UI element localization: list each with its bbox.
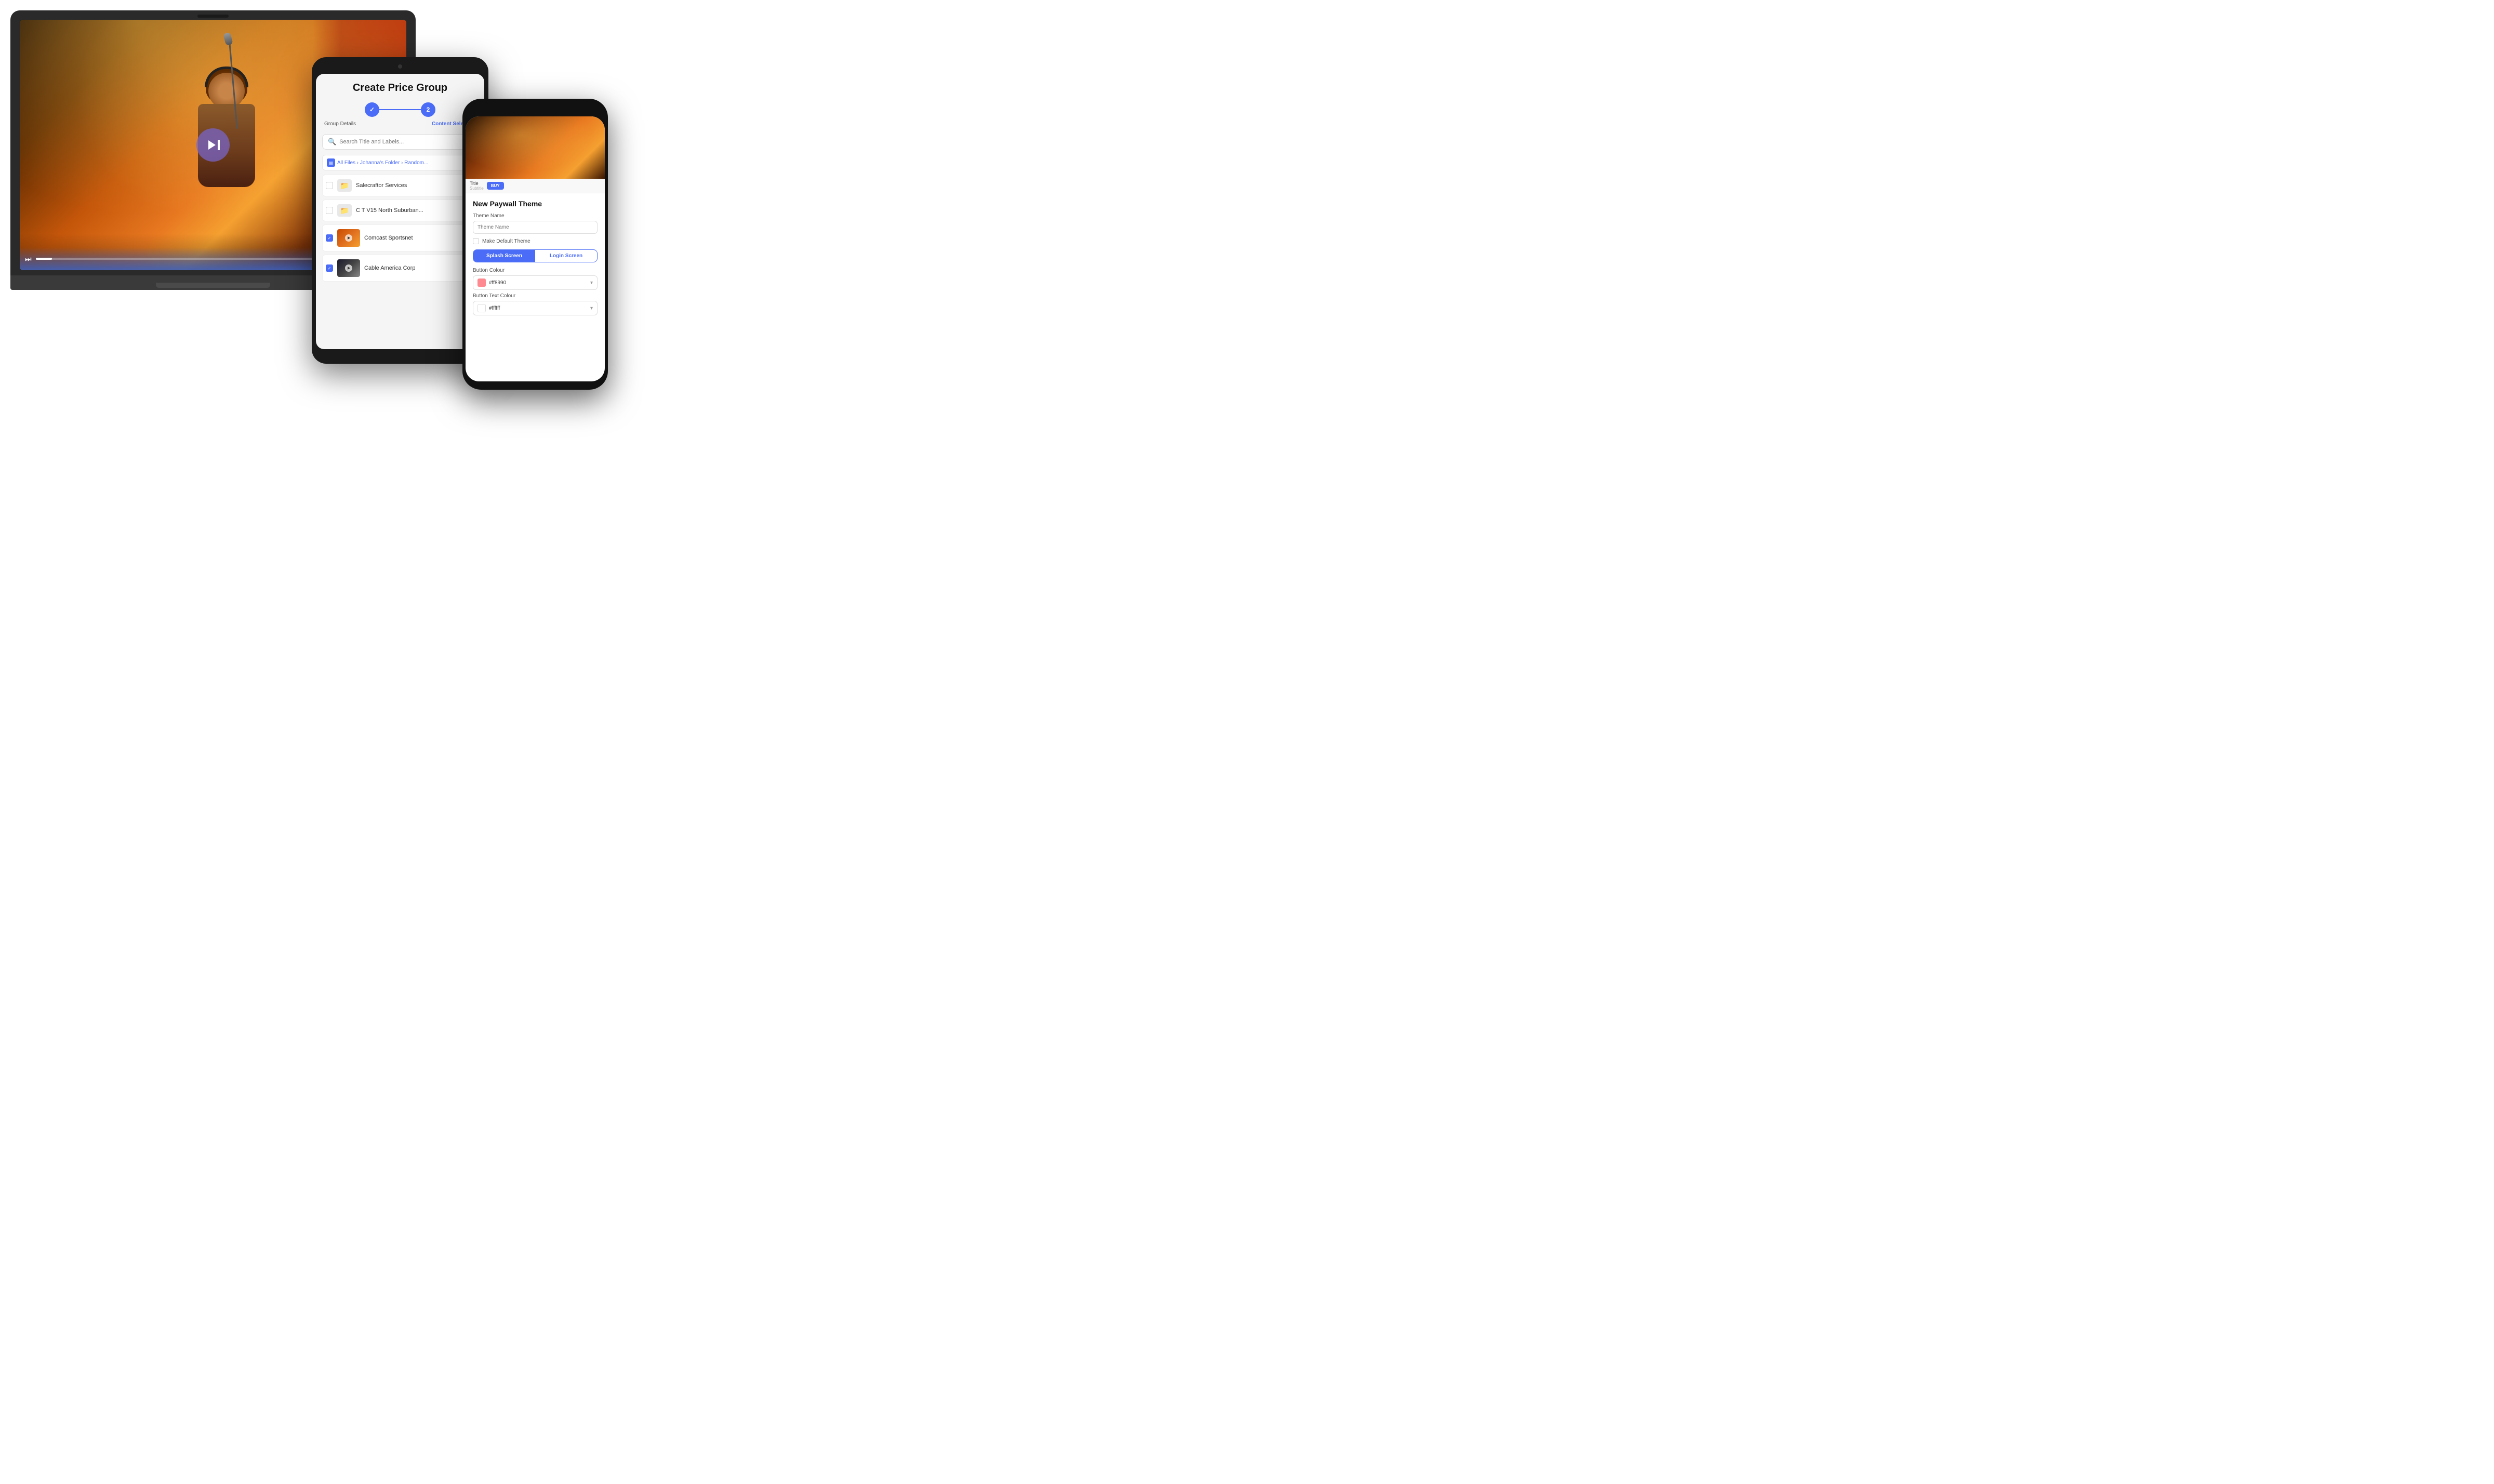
list-item[interactable]: Cable America Corp — [322, 255, 478, 282]
paywall-form: New Paywall Theme Theme Name Make Defaul… — [466, 193, 605, 325]
folder-icon: ▤ — [327, 158, 335, 167]
play-triangle — [348, 236, 350, 240]
phone-video-thumb — [466, 116, 605, 179]
play-next-button[interactable]: ⏭ — [25, 255, 32, 263]
theme-name-input[interactable] — [473, 221, 598, 234]
video-thumb-4 — [337, 259, 360, 277]
progress-fill — [36, 258, 52, 260]
progress-bar[interactable] — [36, 258, 357, 260]
play-icon — [208, 140, 216, 150]
make-default-label: Make Default Theme — [482, 239, 530, 244]
chevron-down-icon: ▾ — [590, 280, 593, 286]
file-name-1: Salecraftor Services — [356, 182, 474, 189]
preview-subtitle: Subtitle — [470, 186, 484, 191]
screen-tabs: Splash Screen Login Screen — [473, 249, 598, 262]
search-input[interactable] — [339, 139, 472, 145]
laptop-notch — [197, 15, 229, 18]
make-default-checkbox[interactable] — [473, 238, 479, 244]
breadcrumb-path: All Files › Johanna's Folder › Random... — [337, 160, 428, 166]
folder-icon-2: 📁 — [337, 204, 352, 217]
thumb-play-icon — [345, 234, 352, 242]
buy-button[interactable]: BUY — [487, 182, 504, 190]
preview-strip: Title Subtitle BUY — [466, 179, 605, 193]
tablet-screen: Create Price Group ✓ 2 Group Details Con… — [316, 74, 484, 349]
breadcrumb[interactable]: ▤ All Files › Johanna's Folder › Random.… — [322, 155, 478, 170]
step-1-circle: ✓ — [365, 102, 379, 117]
thumb-play-icon-2 — [345, 264, 352, 272]
phone-notch — [512, 105, 559, 114]
play-triangle-2 — [348, 267, 350, 270]
make-default-row[interactable]: Make Default Theme — [473, 238, 598, 244]
laptop-foot — [156, 283, 270, 288]
wizard-stepper: ✓ 2 — [322, 102, 478, 117]
step-1-label: Group Details — [324, 121, 356, 127]
button-text-colour-value: #ffffff — [489, 306, 587, 311]
list-item[interactable]: Comcast Sportsnet — [322, 224, 478, 251]
step-connector — [379, 109, 421, 110]
file-name-4: Cable America Corp — [364, 265, 474, 271]
folder-icon-1: 📁 — [337, 179, 352, 192]
file-checkbox-4[interactable] — [326, 264, 333, 272]
file-checkbox-2[interactable] — [326, 207, 333, 214]
button-colour-value: #ff8990 — [489, 280, 587, 286]
list-item[interactable]: 📁 Salecraftor Services — [322, 175, 478, 196]
skip-bar-icon — [218, 140, 220, 150]
tab-splash-screen[interactable]: Splash Screen — [473, 250, 535, 262]
list-item[interactable]: 📁 C T V15 North Suburban... — [322, 200, 478, 221]
tab-login-screen[interactable]: Login Screen — [535, 250, 597, 262]
button-colour-label: Button Colour — [473, 268, 598, 273]
singer-figure — [159, 73, 294, 239]
phone-device: Title Subtitle BUY New Paywall Theme The… — [462, 99, 608, 390]
button-text-colour-label: Button Text Colour — [473, 293, 598, 299]
file-list: 📁 Salecraftor Services 📁 C T V15 North S… — [322, 175, 478, 282]
button-text-colour-swatch — [477, 304, 486, 312]
file-checkbox-1[interactable] — [326, 182, 333, 189]
step-2-circle: 2 — [421, 102, 435, 117]
search-icon: 🔍 — [328, 138, 336, 146]
tablet-camera — [398, 64, 402, 69]
step-labels: Group Details Content Selection — [322, 121, 478, 127]
button-colour-swatch — [477, 279, 486, 287]
phone-screen: Title Subtitle BUY New Paywall Theme The… — [466, 116, 605, 381]
phone-thumb-lights — [466, 116, 605, 179]
button-text-colour-selector[interactable]: #ffffff ▾ — [473, 301, 598, 315]
tablet-device: Create Price Group ✓ 2 Group Details Con… — [312, 57, 488, 364]
video-thumb-3 — [337, 229, 360, 247]
file-name-3: Comcast Sportsnet — [364, 235, 474, 241]
file-checkbox-3[interactable] — [326, 234, 333, 242]
button-colour-selector[interactable]: #ff8990 ▾ — [473, 275, 598, 290]
theme-name-label: Theme Name — [473, 213, 598, 219]
preview-title: Title — [470, 181, 484, 186]
paywall-section-title: New Paywall Theme — [473, 200, 598, 208]
play-button[interactable] — [196, 128, 230, 162]
search-bar[interactable]: 🔍 — [322, 134, 478, 150]
chevron-down-icon-2: ▾ — [590, 306, 593, 311]
tablet-page-title: Create Price Group — [322, 82, 478, 94]
file-name-2: C T V15 North Suburban... — [356, 207, 474, 214]
